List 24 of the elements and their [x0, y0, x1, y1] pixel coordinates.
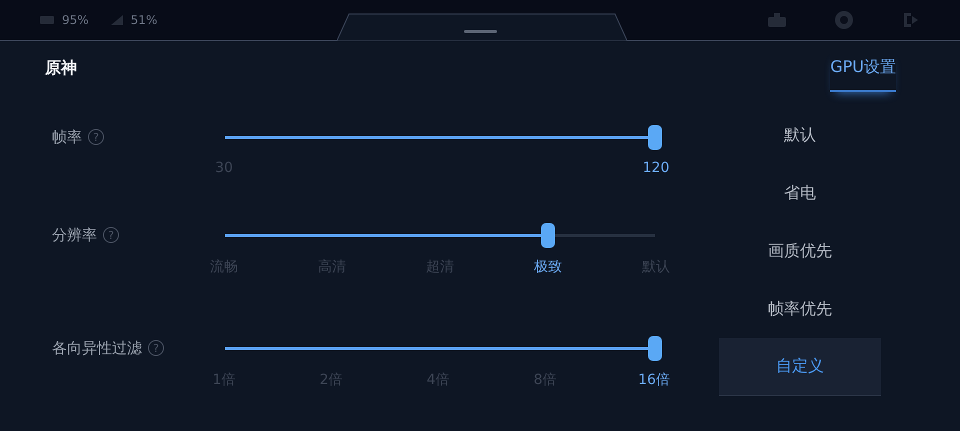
preset-option[interactable]: 帧率优先: [719, 280, 881, 338]
preset-option[interactable]: 自定义: [719, 338, 881, 396]
preset-option[interactable]: 省电: [719, 164, 881, 222]
preset-option[interactable]: 默认: [719, 106, 881, 164]
gpu-settings-tab[interactable]: GPU设置: [830, 51, 896, 92]
setting-label: 帧率: [52, 128, 82, 146]
setting-label: 分辨率: [52, 226, 97, 244]
drag-handle[interactable]: [464, 30, 497, 33]
scale-label: 16倍: [638, 371, 670, 389]
slider-thumb[interactable]: [648, 336, 662, 360]
game-title: 原神: [45, 58, 77, 79]
slider-thumb[interactable]: [648, 124, 662, 150]
status-text: 95%: [62, 13, 89, 27]
gear-icon: [834, 10, 854, 30]
preset-option[interactable]: 画质优先: [719, 222, 881, 280]
scale-label: 120: [642, 160, 670, 176]
signal-icon: [110, 15, 123, 25]
exit-icon: [902, 11, 920, 29]
setting-label: 各向异性过滤: [52, 338, 142, 358]
slider-thumb[interactable]: [540, 222, 554, 248]
status-text: 51%: [130, 13, 158, 27]
toolbox-icon: [768, 13, 786, 27]
scale-label: 极致: [534, 258, 562, 276]
battery-icon: [40, 16, 54, 24]
